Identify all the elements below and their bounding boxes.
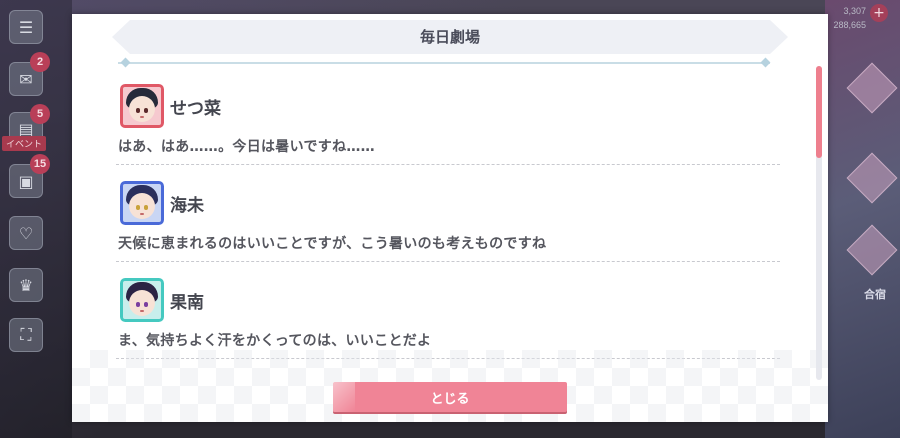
chat-badge: 2 — [30, 52, 50, 72]
umi-avatar — [120, 181, 164, 225]
header-divider — [118, 62, 770, 64]
dialogue-list[interactable]: せつ菜 はあ、はあ……。今日は暑いですね…… 海未 天候に恵まれるのはいいことで… — [116, 76, 780, 376]
speaker-name: せつ菜 — [170, 98, 221, 119]
dialogue-line: ま、気持ちよく汗をかくってのは、いいことだよ — [118, 333, 432, 349]
dialogue-line: 天候に恵まれるのはいいことですが、こう暑いのも考えものですね — [118, 236, 547, 252]
currency-value-1: 3,307 — [843, 6, 866, 16]
handshake-icon[interactable]: ♡ — [9, 216, 43, 250]
currency-value-2: 288,665 — [833, 20, 866, 30]
speaker-row: 海未 — [120, 181, 204, 225]
gift-badge: 15 — [30, 154, 50, 174]
speaker-name: 海未 — [170, 195, 204, 216]
speaker-row: 果南 — [120, 278, 204, 322]
trophy-icon[interactable]: ♛ — [9, 268, 43, 302]
mission-badge: 5 — [30, 104, 50, 124]
camp-label: 合宿 — [864, 288, 886, 301]
dialogue-entry: せつ菜 はあ、はあ……。今日は暑いですね…… — [116, 76, 780, 173]
dialogue-line: はあ、はあ……。今日は暑いですね…… — [118, 139, 375, 155]
button-shine — [333, 382, 355, 412]
speaker-name: 果南 — [170, 292, 204, 313]
event-tag: イベント — [2, 136, 47, 151]
dialog-header: 毎日劇場 — [112, 20, 788, 54]
speaker-row: せつ菜 — [120, 84, 221, 128]
currency-display: 3,307 288,665 — [833, 4, 866, 32]
daily-theater-dialog: 毎日劇場 せつ菜 はあ、はあ……。今日は暑いですね…… 海未 天候に恵まれるのは… — [72, 14, 828, 422]
setsuna-avatar — [120, 84, 164, 128]
entry-divider — [116, 164, 780, 165]
close-button[interactable]: とじる — [333, 382, 567, 412]
fullscreen-icon[interactable]: ⛶ — [9, 318, 43, 352]
dialog-title: 毎日劇場 — [419, 28, 480, 46]
menu-icon[interactable]: ☰ — [9, 10, 43, 44]
kanan-avatar — [120, 278, 164, 322]
background-right-panel — [825, 0, 900, 438]
divider-ornament-right — [760, 57, 771, 68]
dialogue-scrollbar[interactable] — [816, 66, 822, 380]
scroll-thumb[interactable] — [816, 66, 822, 158]
left-menu-rail: ☰ ✉ 2 ▤ 5 イベント ▣ 15 ♡ ♛ ⛶ — [0, 0, 72, 438]
close-button-label: とじる — [430, 391, 470, 407]
entry-divider — [116, 261, 780, 262]
dialogue-entry: 海未 天候に恵まれるのはいいことですが、こう暑いのも考えものですね — [116, 173, 780, 270]
divider-ornament-left — [120, 57, 131, 68]
add-currency-icon[interactable]: + — [870, 4, 888, 22]
